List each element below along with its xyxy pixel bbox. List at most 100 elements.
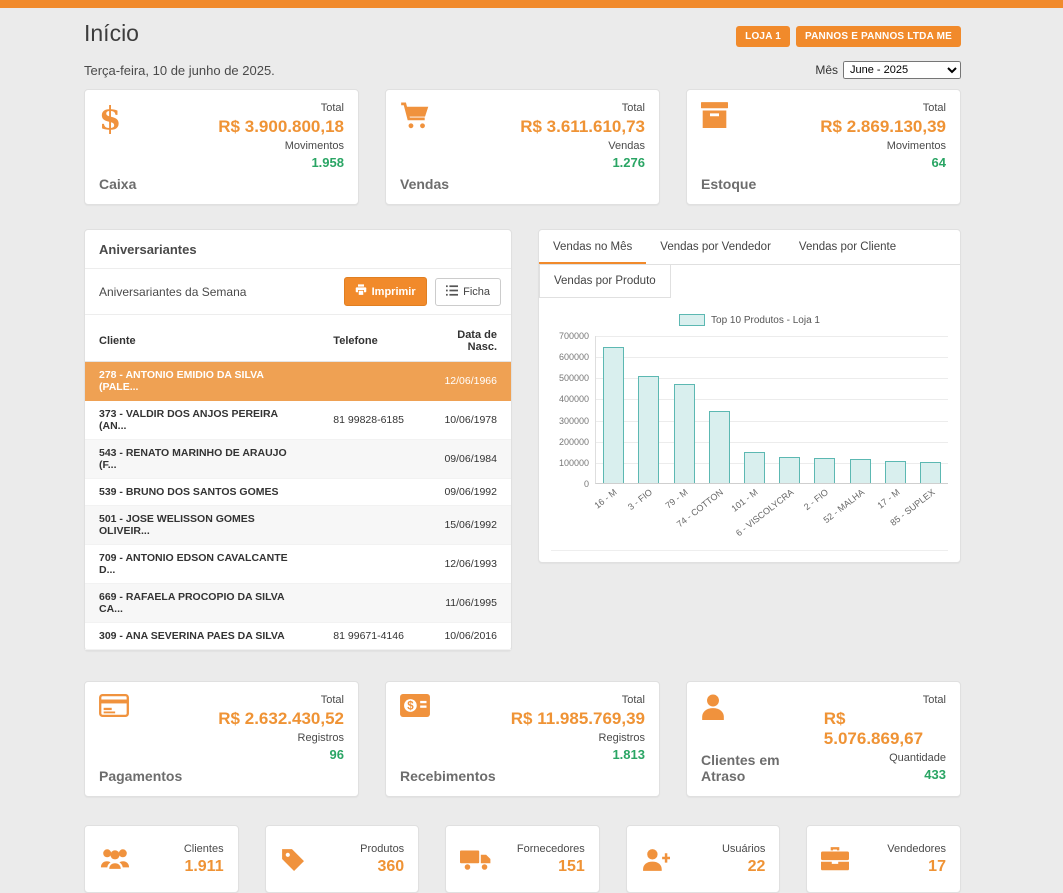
cell-nasc: 11/06/1995 bbox=[430, 584, 511, 623]
stat-card-left: Clientes em Atraso bbox=[701, 694, 824, 784]
stat-card-right: Total R$ 11.985.769,39 Registros 1.813 bbox=[511, 694, 645, 784]
mini-card-produtos: Produtos 360 bbox=[265, 825, 420, 893]
cell-cliente: 309 - ANA SEVERINA PAES DA SILVA bbox=[85, 623, 319, 650]
month-filter: Mês June - 2025 bbox=[815, 61, 961, 79]
mini-card-value: 151 bbox=[558, 858, 585, 876]
tab-vendas-no-mes[interactable]: Vendas no Mês bbox=[539, 230, 646, 264]
cell-telefone bbox=[319, 545, 430, 584]
total-value: R$ 2.632.430,52 bbox=[218, 709, 344, 729]
mini-card-right: Clientes 1.911 bbox=[184, 843, 224, 876]
svg-text:$: $ bbox=[407, 701, 414, 713]
list-icon bbox=[446, 285, 458, 299]
cell-telefone bbox=[319, 506, 430, 545]
top-accent-bar bbox=[0, 0, 1063, 8]
stat-card-recebimentos: $ Recebimentos Total R$ 11.985.769,39 Re… bbox=[385, 681, 660, 797]
cell-nasc: 12/06/1993 bbox=[430, 545, 511, 584]
mini-card-right: Fornecedores 151 bbox=[517, 843, 585, 876]
count-value: 96 bbox=[330, 747, 344, 762]
bar-slot bbox=[737, 452, 772, 483]
bar-6 - VISCOLYCRA bbox=[779, 457, 800, 483]
stat-card-right: Total R$ 5.076.869,67 Quantidade 433 bbox=[824, 694, 946, 784]
cell-nasc: 09/06/1984 bbox=[430, 440, 511, 479]
table-row[interactable]: 543 - RENATO MARINHO DE ARAUJO (F... 09/… bbox=[85, 440, 511, 479]
cell-telefone bbox=[319, 440, 430, 479]
top-stat-cards: $ Caixa Total R$ 3.900.800,18 Movimentos… bbox=[84, 89, 961, 205]
count-label: Quantidade bbox=[889, 752, 946, 764]
legend-label: Top 10 Produtos - Loja 1 bbox=[711, 315, 820, 326]
stat-card-pagamentos: Pagamentos Total R$ 2.632.430,52 Registr… bbox=[84, 681, 359, 797]
stat-card-title: Clientes em Atraso bbox=[701, 752, 824, 784]
mini-card-clientes: Clientes 1.911 bbox=[84, 825, 239, 893]
tab-vendas-por-cliente[interactable]: Vendas por Cliente bbox=[785, 230, 910, 264]
bar-slot bbox=[666, 384, 701, 483]
total-value: R$ 3.611.610,73 bbox=[520, 117, 645, 137]
bar-slot bbox=[631, 376, 666, 483]
count-label: Vendas bbox=[608, 140, 645, 152]
total-label: Total bbox=[923, 102, 946, 114]
cell-cliente: 539 - BRUNO DOS SANTOS GOMES bbox=[85, 479, 319, 506]
top-products-chart: Top 10 Produtos - Loja 1 010000020000030… bbox=[539, 298, 960, 546]
table-row[interactable]: 709 - ANTONIO EDSON CAVALCANTE D... 12/0… bbox=[85, 545, 511, 584]
y-tick-label: 400000 bbox=[559, 394, 589, 404]
bar-slot bbox=[772, 457, 807, 483]
chart-plot bbox=[595, 336, 948, 484]
stat-card-title: Recebimentos bbox=[400, 768, 496, 784]
table-row[interactable]: 309 - ANA SEVERINA PAES DA SILVA 81 9967… bbox=[85, 623, 511, 650]
table-row[interactable]: 539 - BRUNO DOS SANTOS GOMES 09/06/1992 bbox=[85, 479, 511, 506]
dollar-icon: $ bbox=[99, 102, 136, 134]
stat-card-title: Estoque bbox=[701, 176, 756, 192]
stat-card-left: Pagamentos bbox=[99, 694, 182, 784]
cell-cliente: 501 - JOSE WELISSON GOMES OLIVEIR... bbox=[85, 506, 319, 545]
bar-slot bbox=[913, 462, 948, 483]
mini-card-right: Produtos 360 bbox=[360, 843, 404, 876]
bar-101 - M bbox=[744, 452, 765, 483]
table-row[interactable]: 373 - VALDIR DOS ANJOS PEREIRA (AN... 81… bbox=[85, 401, 511, 440]
cell-telefone: 81 99671-4146 bbox=[319, 623, 430, 650]
count-label: Registros bbox=[599, 732, 645, 744]
mini-card-label: Usuários bbox=[722, 843, 765, 855]
stat-card-left: $ Recebimentos bbox=[400, 694, 496, 784]
bar-17 - M bbox=[885, 461, 906, 483]
total-value: R$ 11.985.769,39 bbox=[511, 709, 645, 729]
x-label: 6 - VISCOLYCRA bbox=[771, 484, 806, 540]
col-nasc: Data de Nasc. bbox=[430, 321, 511, 362]
count-value: 1.813 bbox=[612, 747, 645, 762]
mini-card-value: 17 bbox=[928, 858, 946, 876]
table-row[interactable]: 278 - ANTONIO EMIDIO DA SILVA (PALE... 1… bbox=[85, 362, 511, 401]
y-tick-label: 100000 bbox=[559, 458, 589, 468]
total-label: Total bbox=[923, 694, 946, 706]
sales-tabs: Vendas no Mês Vendas por Vendedor Vendas… bbox=[539, 230, 960, 265]
table-header-row: Cliente Telefone Data de Nasc. bbox=[85, 321, 511, 362]
tab-vendas-por-vendedor[interactable]: Vendas por Vendedor bbox=[646, 230, 785, 264]
count-value: 1.276 bbox=[612, 155, 645, 170]
bar-slot bbox=[807, 458, 842, 483]
credit-card-icon bbox=[99, 694, 182, 721]
mini-card-fornecedores: Fornecedores 151 bbox=[445, 825, 600, 893]
bars-container bbox=[596, 336, 948, 483]
cell-nasc: 10/06/2016 bbox=[430, 623, 511, 650]
total-label: Total bbox=[321, 694, 344, 706]
print-button[interactable]: Imprimir bbox=[344, 277, 427, 306]
printer-icon bbox=[355, 284, 367, 299]
subtab-vendas-por-produto[interactable]: Vendas por Produto bbox=[539, 265, 671, 298]
store-button[interactable]: LOJA 1 bbox=[736, 26, 790, 47]
ficha-button[interactable]: Ficha bbox=[435, 278, 501, 306]
cell-cliente: 373 - VALDIR DOS ANJOS PEREIRA (AN... bbox=[85, 401, 319, 440]
col-cliente: Cliente bbox=[85, 321, 319, 362]
table-row[interactable]: 669 - RAFAELA PROCOPIO DA SILVA CA... 11… bbox=[85, 584, 511, 623]
briefcase-icon bbox=[821, 847, 849, 871]
bar-16 - M bbox=[603, 347, 624, 483]
bottom-stat-cards: Pagamentos Total R$ 2.632.430,52 Registr… bbox=[84, 681, 961, 797]
money-check-icon: $ bbox=[400, 694, 496, 721]
page-header: Início LOJA 1 PANNOS E PANNOS LTDA ME bbox=[84, 8, 961, 47]
stat-card-caixa: $ Caixa Total R$ 3.900.800,18 Movimentos… bbox=[84, 89, 359, 205]
stat-card-right: Total R$ 3.611.610,73 Vendas 1.276 bbox=[520, 102, 645, 192]
stat-card-right: Total R$ 2.632.430,52 Registros 96 bbox=[218, 694, 344, 784]
header-buttons: LOJA 1 PANNOS E PANNOS LTDA ME bbox=[736, 26, 961, 47]
month-label: Mês bbox=[815, 63, 838, 77]
company-button[interactable]: PANNOS E PANNOS LTDA ME bbox=[796, 26, 961, 47]
table-row[interactable]: 501 - JOSE WELISSON GOMES OLIVEIR... 15/… bbox=[85, 506, 511, 545]
month-select[interactable]: June - 2025 bbox=[843, 61, 961, 79]
dashboard: Início LOJA 1 PANNOS E PANNOS LTDA ME Te… bbox=[84, 8, 961, 893]
total-value: R$ 3.900.800,18 bbox=[218, 117, 344, 137]
